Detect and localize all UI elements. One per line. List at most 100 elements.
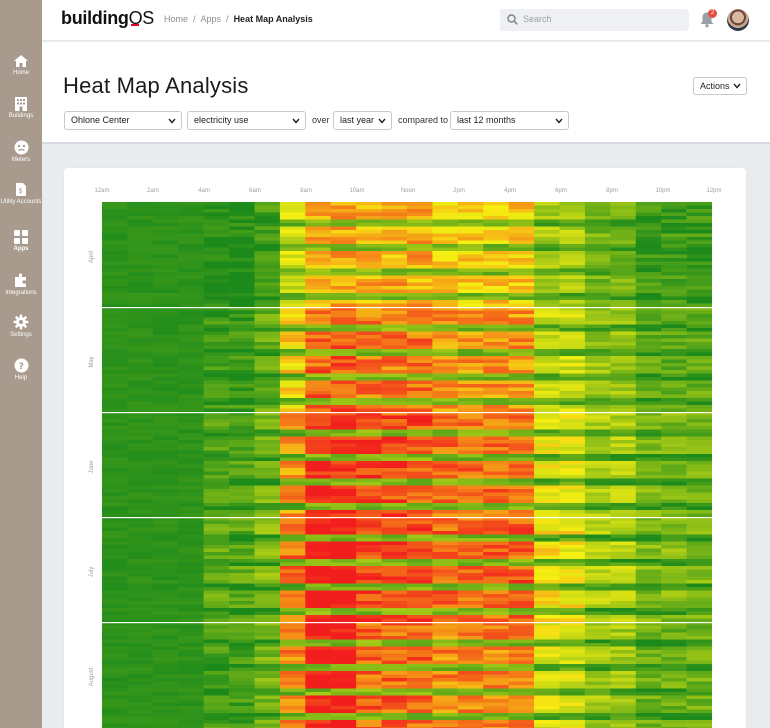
comparison-select[interactable]: last 12 months (450, 111, 569, 130)
heatmap-cell (457, 275, 484, 280)
heatmap-cell (483, 450, 509, 455)
heatmap-cell (229, 601, 255, 605)
heatmap-cell (254, 314, 281, 318)
heatmap-cell (254, 233, 281, 238)
heatmap-cell (483, 555, 509, 560)
heatmap-cell (152, 594, 179, 598)
notifications-button[interactable]: 2 (699, 9, 717, 29)
heatmap-cell (229, 636, 255, 640)
heatmap-cell (279, 471, 306, 476)
heatmap-cell (178, 436, 204, 441)
heatmap-cell (483, 482, 509, 486)
heatmap-cell (534, 506, 560, 511)
heatmap-cell (330, 317, 357, 322)
heatmap-cell (152, 272, 179, 276)
heatmap-cell (559, 450, 586, 455)
actions-button[interactable]: Actions (693, 77, 747, 95)
sidebar-item-buildings[interactable]: Buildings (0, 96, 42, 120)
heatmap-cell (483, 359, 509, 364)
heatmap-cell (584, 580, 611, 584)
heatmap-cell (127, 667, 154, 672)
heatmap-cell (686, 552, 712, 556)
heatmap-cell (635, 237, 662, 241)
heatmap-cell (559, 356, 586, 360)
heatmap-cell (152, 440, 179, 444)
heatmap-cell (102, 219, 128, 224)
heatmap-cell (305, 440, 332, 444)
heatmap-cell (254, 342, 281, 346)
location-select[interactable]: Ohlone Center (64, 111, 182, 130)
heatmap-cell (686, 216, 712, 220)
heatmap-cell (279, 275, 306, 280)
heatmap-cell (203, 713, 230, 717)
avatar[interactable] (727, 9, 749, 31)
heatmap-cell (559, 289, 586, 294)
heatmap-chart[interactable] (102, 202, 712, 728)
sidebar-item-apps[interactable]: Apps (0, 230, 42, 253)
heatmap-cell (559, 440, 586, 444)
heatmap-cell (330, 216, 357, 220)
heatmap-cell (203, 632, 230, 637)
heatmap-cell (635, 503, 662, 507)
heatmap-cell (356, 681, 382, 686)
heatmap-cell (534, 401, 560, 406)
metric-select[interactable]: electricity use (187, 111, 306, 130)
heatmap-cell (356, 678, 382, 682)
heatmap-cell (229, 258, 255, 262)
sidebar-item-help[interactable]: ? Help (0, 358, 42, 382)
heatmap-cell (508, 268, 535, 273)
heatmap-cell (508, 293, 535, 297)
heatmap-cell (483, 531, 509, 535)
heatmap-cell (483, 237, 509, 241)
heatmap-cell (229, 447, 255, 451)
heatmap-cell (407, 639, 433, 644)
heatmap-cell (508, 363, 535, 367)
heatmap-cell (381, 604, 408, 609)
search-input[interactable]: Search (500, 9, 689, 31)
heatmap-cell (305, 573, 332, 577)
heatmap-cell (127, 625, 154, 630)
heatmap-cell (152, 615, 179, 619)
heatmap-cell (102, 373, 128, 378)
heatmap-cell (229, 597, 255, 602)
heatmap-cell (661, 331, 687, 336)
sidebar-item-settings[interactable]: Settings (0, 314, 42, 339)
heatmap-cell (356, 272, 382, 276)
heatmap-cell (305, 597, 332, 602)
heatmap-cell (584, 636, 611, 640)
heatmap-cell (508, 639, 535, 644)
sidebar-item-home[interactable]: Home (0, 54, 42, 77)
heatmap-cell (279, 629, 306, 633)
heatmap-cell (661, 569, 687, 574)
heatmap-cell (407, 573, 433, 577)
heatmap-cell (483, 352, 509, 357)
heatmap-cell (661, 321, 687, 325)
heatmap-cell (381, 681, 408, 686)
heatmap-cell (127, 408, 154, 413)
heatmap-cell (534, 461, 560, 465)
heatmap-cell (661, 359, 687, 364)
heatmap-cell (127, 349, 154, 353)
heatmap-cell (432, 408, 459, 413)
sidebar-item-utility-accounts[interactable]: $ Utility Accounts (0, 182, 42, 206)
heatmap-cell (229, 653, 255, 658)
heatmap-cell (203, 233, 230, 238)
sidebar-item-meters[interactable]: Meters (0, 140, 42, 164)
sidebar-item-integrations[interactable]: Integrations (0, 272, 42, 297)
breadcrumb-apps[interactable]: Apps (201, 14, 222, 24)
breadcrumb-home[interactable]: Home (164, 14, 188, 24)
period-select[interactable]: last year (333, 111, 392, 130)
heatmap-cell (254, 510, 281, 514)
heatmap-cell (559, 300, 586, 304)
heatmap-cell (483, 426, 509, 430)
heatmap-cell (508, 454, 535, 458)
heatmap-cell (534, 604, 560, 609)
buildingos-logo[interactable]: buildingOS (61, 8, 154, 29)
heatmap-cell (254, 625, 281, 630)
heatmap-cell (152, 524, 179, 528)
heatmap-cell (229, 468, 255, 472)
heatmap-cell (661, 440, 687, 444)
heatmap-cell (330, 265, 357, 269)
heatmap-cell (534, 590, 560, 595)
heatmap-cell (330, 524, 357, 528)
